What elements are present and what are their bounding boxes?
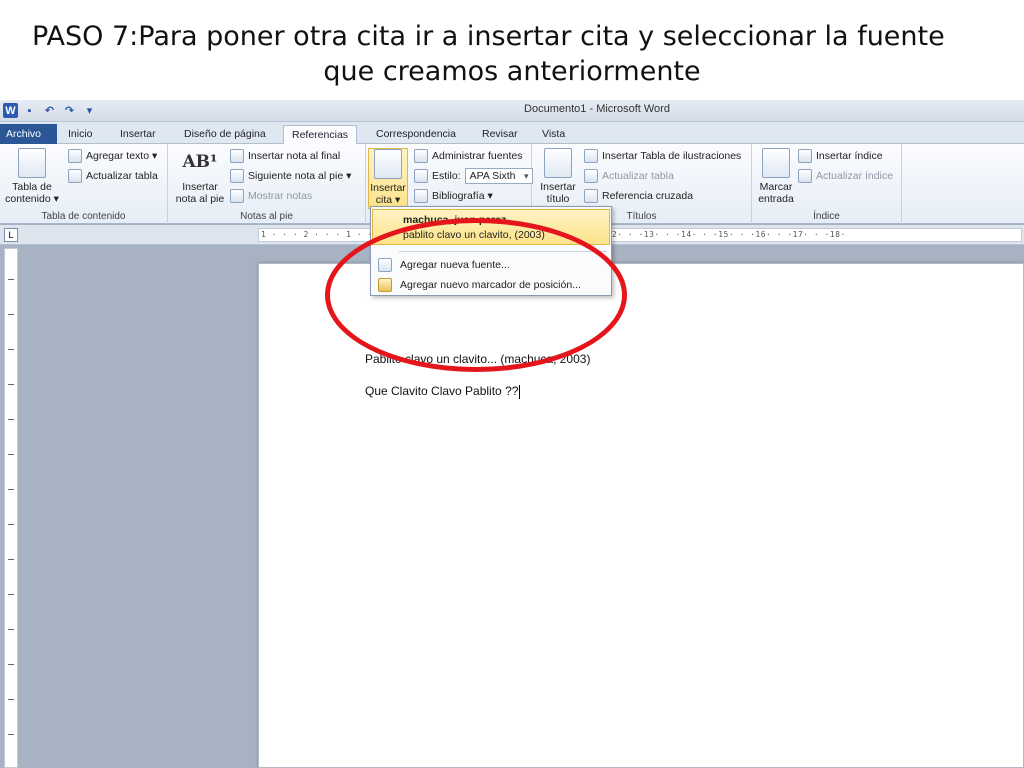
mark-entry-icon [762, 148, 790, 178]
citation-source-author: machuca, juan perez [403, 214, 507, 226]
update-toc-button[interactable]: Actualizar tabla [68, 167, 158, 185]
update-index-button[interactable]: Actualizar índice [798, 167, 893, 185]
update-figures-table-label: Actualizar tabla [602, 170, 674, 182]
citation-source-title: pablito clavo un clavito, (2003) [403, 229, 545, 241]
tab-selector-icon[interactable]: L [4, 228, 18, 242]
table-of-contents-label: Tabla de [12, 181, 52, 193]
table-of-contents-icon [18, 148, 46, 178]
add-text-icon [68, 149, 82, 163]
group-index: Marcar entrada Insertar índice Actualiza… [752, 144, 902, 224]
endnote-icon [230, 149, 244, 163]
style-dropdown[interactable]: APA Sixth [464, 168, 533, 184]
add-text-button[interactable]: Agregar texto ▾ [68, 147, 157, 165]
mark-entry-label2: entrada [758, 193, 794, 205]
next-footnote-icon [230, 169, 244, 183]
next-footnote-button[interactable]: Siguiente nota al pie ▾ [230, 167, 351, 185]
style-label: Estilo: [432, 170, 461, 182]
insert-citation-label2: cita ▾ [375, 194, 401, 206]
table-figures-icon [584, 149, 598, 163]
ribbon-tabs: Archivo Inicio Insertar Diseño de página… [0, 122, 1024, 145]
manage-sources-button[interactable]: Administrar fuentes [414, 147, 522, 165]
insert-index-icon [798, 149, 812, 163]
tab-archivo[interactable]: Archivo [0, 124, 57, 144]
update-figures-icon [584, 169, 598, 183]
insert-citation-menu: machuca, juan perez pablito clavo un cla… [370, 206, 612, 296]
document-line-2[interactable]: Que Clavito Clavo Pablito ?? [365, 384, 521, 399]
insert-index-button[interactable]: Insertar índice [798, 147, 883, 165]
insert-endnote-button[interactable]: Insertar nota al final [230, 147, 340, 165]
group-table-of-contents: Tabla de contenido ▾ Agregar texto ▾ Act… [0, 144, 168, 224]
update-index-icon [798, 169, 812, 183]
menu-separator [399, 251, 607, 252]
tab-referencias[interactable]: Referencias [283, 125, 358, 145]
add-source-icon [378, 258, 392, 272]
add-placeholder-icon [378, 278, 392, 292]
insert-table-figures-label: Insertar Tabla de ilustraciones [602, 150, 742, 162]
update-figures-table-button[interactable]: Actualizar tabla [584, 167, 674, 185]
insert-index-label: Insertar índice [816, 150, 883, 162]
insert-citation-button[interactable]: Insertar cita ▾ [368, 148, 408, 209]
style-selector[interactable]: Estilo: APA Sixth [414, 167, 533, 185]
slide-title-line2: que creamos anteriormente [323, 56, 701, 87]
insert-caption-label2: título [546, 193, 570, 205]
insert-citation-icon [374, 149, 402, 179]
insert-caption-icon [544, 148, 572, 178]
slide-title: PASO 7:Para poner otra cita ir a inserta… [0, 0, 1024, 100]
add-placeholder-label: Agregar nuevo marcador de posición... [400, 279, 581, 291]
next-footnote-label: Siguiente nota al pie ▾ [248, 170, 352, 182]
insert-footnote-label2: nota al pie [175, 193, 225, 205]
insert-caption-button[interactable]: Insertar título [536, 148, 580, 205]
citation-source-item[interactable]: machuca, juan perez pablito clavo un cla… [372, 209, 610, 245]
title-bar: W ▪ ↶ ↷ ▾ Documento1 - Microsoft Word [0, 100, 1024, 122]
update-index-label: Actualizar índice [816, 170, 894, 182]
group-label-toc: Tabla de contenido [41, 211, 126, 222]
vertical-ruler[interactable] [4, 248, 18, 768]
table-of-contents-label2: contenido ▾ [5, 193, 59, 205]
bibliography-label: Bibliografía ▾ [432, 190, 493, 202]
manage-sources-label: Administrar fuentes [432, 150, 523, 162]
group-footnotes: AB¹ Insertar nota al pie Insertar nota a… [168, 144, 366, 224]
tab-revisar[interactable]: Revisar [474, 125, 526, 144]
add-placeholder-item[interactable]: Agregar nuevo marcador de posición... [372, 275, 610, 295]
style-icon [414, 169, 428, 183]
slide-title-line1: PASO 7:Para poner otra cita ir a inserta… [32, 21, 945, 52]
word-window: W ▪ ↶ ↷ ▾ Documento1 - Microsoft Word Ar… [0, 100, 1024, 768]
bibliography-icon [414, 189, 428, 203]
update-table-icon [68, 169, 82, 183]
cross-reference-icon [584, 189, 598, 203]
tab-insertar[interactable]: Insertar [112, 125, 164, 144]
show-notes-button[interactable]: Mostrar notas [230, 187, 312, 205]
show-notes-label: Mostrar notas [248, 190, 313, 202]
add-new-source-item[interactable]: Agregar nueva fuente... [372, 255, 610, 275]
table-of-contents-button[interactable]: Tabla de contenido ▾ [4, 148, 60, 205]
window-title: Documento1 - Microsoft Word [524, 103, 670, 115]
tab-correspondencia[interactable]: Correspondencia [368, 125, 464, 144]
insert-caption-label: Insertar [540, 181, 576, 193]
insert-footnote-button[interactable]: AB¹ Insertar nota al pie [172, 148, 228, 206]
bibliography-button[interactable]: Bibliografía ▾ [414, 187, 493, 205]
cross-reference-label: Referencia cruzada [602, 190, 694, 202]
document-line-2-text: Que Clavito Clavo Pablito ?? [365, 384, 519, 398]
update-toc-label: Actualizar tabla [86, 170, 158, 182]
insert-table-figures-button[interactable]: Insertar Tabla de ilustraciones [584, 147, 741, 165]
add-new-source-label: Agregar nueva fuente... [400, 259, 510, 271]
tab-diseno-de-pagina[interactable]: Diseño de página [176, 125, 274, 144]
tab-vista[interactable]: Vista [534, 125, 573, 144]
insert-endnote-label: Insertar nota al final [248, 150, 341, 162]
manage-sources-icon [414, 149, 428, 163]
footnote-icon: AB¹ [182, 152, 218, 172]
group-label-footnotes: Notas al pie [240, 211, 293, 222]
add-text-label: Agregar texto ▾ [86, 150, 158, 162]
mark-entry-button[interactable]: Marcar entrada [756, 148, 796, 205]
group-label-index: Índice [813, 211, 840, 222]
mark-entry-label: Marcar [759, 181, 793, 193]
insert-citation-label: Insertar [370, 182, 406, 194]
insert-footnote-label: Insertar [182, 181, 218, 193]
tab-inicio[interactable]: Inicio [60, 125, 101, 144]
show-notes-icon [230, 189, 244, 203]
document-line-1[interactable]: Pablito clavo un clavito... (machuca, 20… [365, 352, 590, 366]
text-cursor [519, 384, 521, 399]
document-page[interactable]: Pablito clavo un clavito... (machuca, 20… [258, 263, 1024, 768]
cross-reference-button[interactable]: Referencia cruzada [584, 187, 693, 205]
